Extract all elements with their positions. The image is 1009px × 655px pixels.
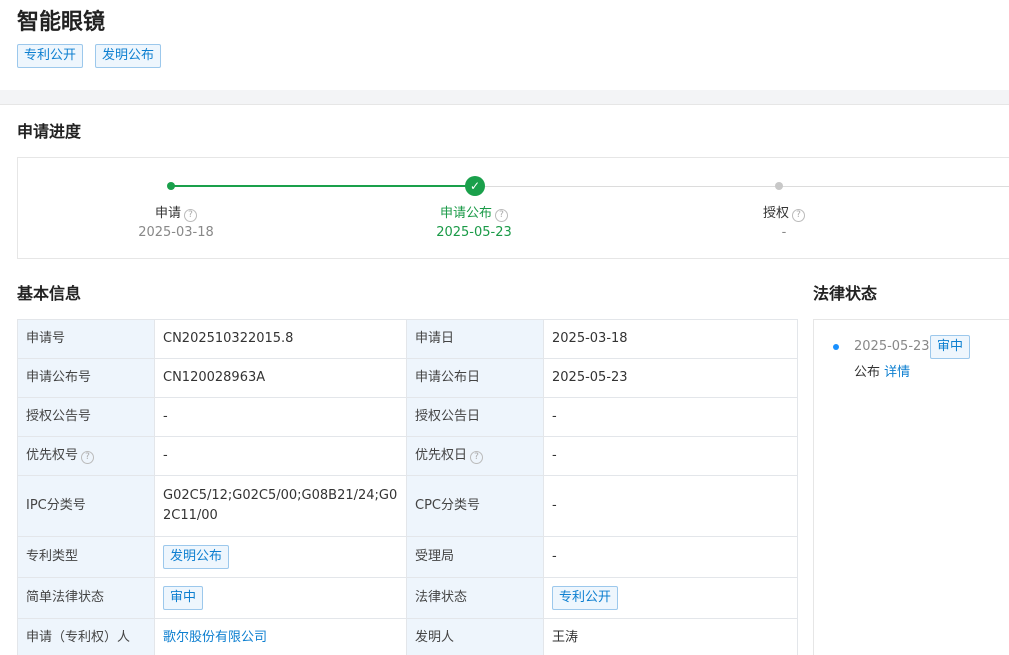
legal-status-panel — [813, 319, 1009, 655]
field-label: 专利类型 — [17, 536, 155, 578]
legal-event-name: 公布 — [854, 365, 881, 380]
step-dot-pending — [775, 182, 783, 190]
step-dot-done — [167, 182, 175, 190]
help-circle-icon[interactable]: ? — [495, 209, 508, 222]
applicant: 歌尔股份有限公司 — [154, 618, 407, 655]
field-label: 简单法律状态 — [17, 577, 155, 619]
section-divider — [0, 90, 1009, 104]
step-grant-label: 授权? — [704, 205, 864, 223]
legal-event-date: 2025-05-23 — [854, 339, 930, 354]
legal-status-title: 法律状态 — [813, 284, 878, 303]
help-circle-icon[interactable]: ? — [184, 209, 197, 222]
application-number: CN202510322015.8 — [154, 319, 407, 359]
field-label: 申请（专利权）人 — [17, 618, 155, 655]
patent-header: 智能眼镜 专利公开 发明公布 — [0, 0, 1009, 90]
legal-status-tag[interactable]: 审中 — [930, 335, 971, 359]
field-label: 申请公布日 — [406, 358, 544, 398]
field-label: CPC分类号 — [406, 475, 544, 537]
table-row: 申请号 CN202510322015.8 申请日 2025-03-18 — [17, 319, 798, 359]
field-label: IPC分类号 — [17, 475, 155, 537]
step-apply-date: 2025-03-18 — [138, 225, 214, 240]
field-label: 申请日 — [406, 319, 544, 359]
type-tag-invention[interactable]: 发明公布 — [95, 44, 162, 68]
basic-info-title: 基本信息 — [17, 284, 82, 303]
divider-line — [0, 104, 1009, 105]
help-circle-icon[interactable]: ? — [792, 209, 805, 222]
step-grant-date: - — [781, 225, 787, 240]
help-circle-icon[interactable]: ? — [470, 451, 484, 464]
simple-legal-status: 审中 — [154, 577, 407, 619]
help-circle-icon[interactable]: ? — [81, 451, 95, 464]
field-label: 申请公布号 — [17, 358, 155, 398]
step-publish-date: 2025-05-23 — [436, 225, 512, 240]
progress-track-done — [171, 185, 475, 187]
table-row: IPC分类号 G02C5/12;G02C5/00;G08B21/24;G02C1… — [17, 475, 798, 537]
status-tag-published[interactable]: 专利公开 — [17, 44, 84, 68]
timeline-dot — [833, 344, 839, 350]
publication-date: 2025-05-23 — [543, 358, 798, 398]
field-label: 优先权号? — [17, 436, 155, 476]
field-label: 申请号 — [17, 319, 155, 359]
legal-status: 专利公开 — [543, 577, 798, 619]
grant-date: - — [543, 397, 798, 437]
publication-number: CN120028963A — [154, 358, 407, 398]
field-label: 授权公告日 — [406, 397, 544, 437]
check-icon: ✓ — [465, 176, 485, 196]
table-row: 申请公布号 CN120028963A 申请公布日 2025-05-23 — [17, 358, 798, 398]
progress-track-pending — [475, 185, 1009, 187]
detail-link[interactable]: 详情 — [884, 365, 910, 380]
receiving-office: - — [543, 536, 798, 578]
step-apply-label: 申请? — [96, 205, 256, 223]
progress-section-title: 申请进度 — [17, 122, 82, 141]
step-publish-label: 申请公布? — [394, 205, 554, 223]
field-label: 法律状态 — [406, 577, 544, 619]
patent-type-tag[interactable]: 发明公布 — [163, 545, 230, 569]
field-label: 受理局 — [406, 536, 544, 578]
priority-date: - — [543, 436, 798, 476]
inventor: 王涛 — [543, 618, 798, 655]
ipc-classification: G02C5/12;G02C5/00;G08B21/24;G02C11/00 — [154, 475, 407, 537]
applicant-link[interactable]: 歌尔股份有限公司 — [163, 630, 267, 645]
grant-number: - — [154, 397, 407, 437]
table-row: 优先权号? - 优先权日? - — [17, 436, 798, 476]
basic-info-table: 申请号 CN202510322015.8 申请日 2025-03-18 申请公布… — [17, 319, 798, 655]
field-label: 优先权日? — [406, 436, 544, 476]
table-row: 简单法律状态 审中 法律状态 专利公开 — [17, 577, 798, 619]
page-title: 智能眼镜 — [17, 10, 106, 35]
table-row: 专利类型 发明公布 受理局 - — [17, 536, 798, 578]
cpc-classification: - — [543, 475, 798, 537]
legal-event: 公布 详情 — [854, 364, 910, 382]
field-label: 发明人 — [406, 618, 544, 655]
table-row: 申请（专利权）人 歌尔股份有限公司 发明人 王涛 — [17, 618, 798, 655]
priority-number: - — [154, 436, 407, 476]
table-row: 授权公告号 - 授权公告日 - — [17, 397, 798, 437]
simple-legal-status-tag[interactable]: 审中 — [163, 586, 204, 610]
application-date: 2025-03-18 — [543, 319, 798, 359]
patent-type: 发明公布 — [154, 536, 407, 578]
legal-status-tag[interactable]: 专利公开 — [552, 586, 619, 610]
field-label: 授权公告号 — [17, 397, 155, 437]
